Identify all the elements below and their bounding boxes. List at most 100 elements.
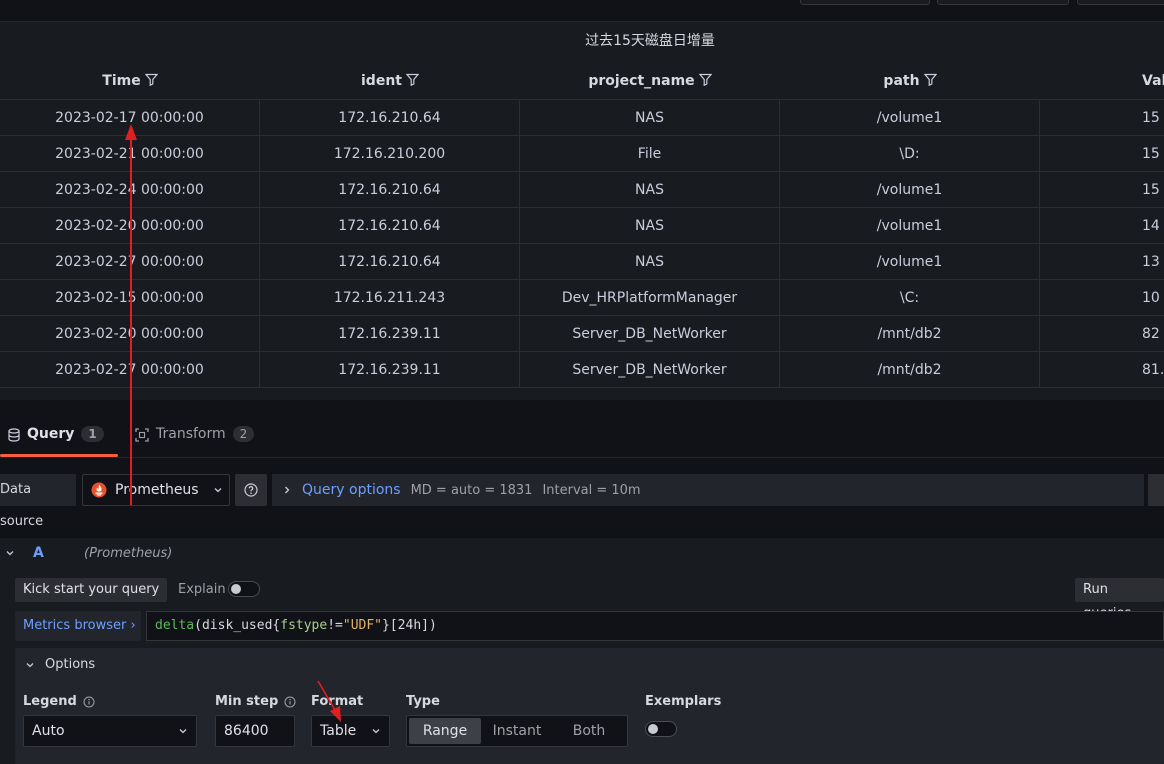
table-cell: 15 <box>1142 182 1160 198</box>
legend-value: Auto <box>32 723 65 739</box>
column-label: Val <box>1142 73 1164 89</box>
query-editor: Kick start your query Explain Run querie… <box>0 570 1164 764</box>
table-row[interactable]: 2023-02-20 00:00:00 172.16.239.11 Server_D… <box>0 316 1164 352</box>
filter-icon[interactable] <box>923 73 937 86</box>
column-label: project_name <box>588 73 695 89</box>
column-header-project-name[interactable]: project_name <box>520 62 780 100</box>
promql-expression-input[interactable]: delta(disk_used{fstype!="UDF"}[24h]) <box>146 611 1164 641</box>
column-header-value[interactable]: Val <box>1040 62 1164 100</box>
table-cell: 172.16.210.64 <box>260 244 520 280</box>
table-row[interactable]: 2023-02-20 00:00:00 172.16.210.64 NAS/volu… <box>0 208 1164 244</box>
chevron-down-icon <box>214 488 222 493</box>
table-cell: 172.16.210.64 <box>260 172 520 208</box>
table-row[interactable]: 2023-02-24 00:00:00 172.16.210.64 NAS/volu… <box>0 172 1164 208</box>
query-options-label[interactable]: Query options <box>302 482 401 498</box>
metrics-browser-button[interactable]: Metrics browser › <box>15 611 141 641</box>
filter-icon[interactable] <box>144 73 158 86</box>
filter-icon[interactable] <box>698 73 712 86</box>
table-cell: /volume1 <box>780 172 1040 208</box>
legend-select[interactable]: Auto <box>23 715 197 747</box>
type-option-both[interactable]: Both <box>553 718 625 744</box>
table-row[interactable]: 2023-02-15 00:00:00 172.16.211.243 Dev_HRP… <box>0 280 1164 316</box>
tab-label: Transform <box>156 426 226 442</box>
kick-start-button[interactable]: Kick start your query <box>15 578 168 602</box>
chevron-down-icon <box>26 662 34 667</box>
tab-query[interactable]: Query 1 <box>8 426 104 456</box>
tab-count-badge: 2 <box>232 426 255 442</box>
type-option-range[interactable]: Range <box>409 718 481 744</box>
chevron-down-icon <box>179 729 187 734</box>
expr-range: }[24h]) <box>382 618 437 633</box>
min-step-value: 86400 <box>224 723 269 739</box>
min-step-input[interactable]: 86400 <box>215 715 295 747</box>
table-cell: 2023-02-24 00:00:00 <box>0 172 260 208</box>
query-options-bar[interactable]: Query options MD = auto = 1831 Interval … <box>272 474 1144 506</box>
query-ref-id[interactable]: A <box>33 545 44 561</box>
info-icon[interactable] <box>83 696 95 708</box>
info-icon[interactable] <box>284 696 296 708</box>
table-cell: NAS <box>520 172 780 208</box>
column-header-ident[interactable]: ident <box>260 62 520 100</box>
table-cell: NAS <box>520 208 780 244</box>
exemplars-toggle[interactable] <box>645 721 677 737</box>
expr-function: delta <box>155 618 195 633</box>
legend-label-text: Legend <box>23 694 77 709</box>
table-cell: 15 <box>1142 110 1160 126</box>
max-data-points-info: MD = auto = 1831 <box>410 482 533 498</box>
type-label: Type <box>406 694 440 709</box>
table-cell: File <box>520 136 780 172</box>
legend-label: Legend <box>23 694 95 709</box>
tab-label: Query <box>27 426 75 442</box>
table-cell: 2023-02-27 00:00:00 <box>0 244 260 280</box>
editor-tabs: Query 1 Transform 2 <box>0 404 1164 458</box>
table-cell: 15 <box>1142 146 1160 162</box>
table-cell: 14 <box>1142 218 1160 234</box>
table-cell: 81. <box>1142 362 1164 378</box>
interval-info: Interval = 10m <box>542 482 641 498</box>
table-row[interactable]: 2023-02-21 00:00:00 172.16.210.200 File \D:… <box>0 136 1164 172</box>
collapse-chevron-icon[interactable] <box>4 547 16 559</box>
table-cell: /volume1 <box>780 244 1040 280</box>
table-row[interactable]: 2023-02-27 00:00:00 172.16.239.11 Server_D… <box>0 352 1164 388</box>
table-cell: 172.16.211.243 <box>260 280 520 316</box>
table-cell: 2023-02-20 00:00:00 <box>0 316 260 352</box>
column-header-time[interactable]: Time <box>0 62 260 100</box>
type-option-instant[interactable]: Instant <box>481 718 553 744</box>
explain-label: Explain <box>178 582 226 597</box>
table-cell: 13 <box>1142 254 1160 270</box>
table-panel: 过去15天磁盘日增量 Time ident project_name path … <box>0 22 1164 410</box>
datasource-help-button[interactable] <box>235 474 267 506</box>
table-row[interactable]: 2023-02-27 00:00:00 172.16.210.64 NAS/volu… <box>0 244 1164 280</box>
tab-count-badge: 1 <box>81 426 104 442</box>
format-select[interactable]: Table <box>311 715 390 747</box>
inspector-button[interactable] <box>1148 474 1164 506</box>
options-section: Options Legend Auto Min step 86400 Forma… <box>15 648 1164 764</box>
type-label-text: Type <box>406 694 440 709</box>
table-row[interactable]: 2023-02-17 00:00:00 172.16.210.64 NAS/volu… <box>0 100 1164 136</box>
toolbar-control[interactable] <box>1077 0 1164 5</box>
datasource-row: Data source Prometheus Query options MD … <box>0 458 1164 529</box>
table-cell: 2023-02-27 00:00:00 <box>0 352 260 388</box>
table-cell: 2023-02-20 00:00:00 <box>0 208 260 244</box>
table-cell: /volume1 <box>780 208 1040 244</box>
tab-transform[interactable]: Transform 2 <box>135 426 255 456</box>
query-row-header[interactable]: A (Prometheus) <box>0 538 1164 570</box>
table-cell: 172.16.210.200 <box>260 136 520 172</box>
query-datasource-name: (Prometheus) <box>84 546 173 561</box>
top-toolbar <box>0 0 1164 22</box>
toolbar-control[interactable] <box>800 0 930 5</box>
table-cell: NAS <box>520 100 780 136</box>
expr-label-value: "UDF" <box>342 618 383 633</box>
expr-operator: != <box>327 618 343 633</box>
table-cell: \D: <box>780 136 1040 172</box>
datasource-name: Prometheus <box>115 482 199 498</box>
explain-toggle[interactable] <box>228 581 260 597</box>
run-queries-button[interactable]: Run queries <box>1075 578 1164 621</box>
options-header[interactable]: Options <box>25 657 95 672</box>
format-label: Format <box>311 694 363 709</box>
filter-icon[interactable] <box>405 73 419 86</box>
toolbar-control[interactable] <box>937 0 1069 5</box>
datasource-picker[interactable]: Prometheus <box>82 474 230 506</box>
column-header-path[interactable]: path <box>780 62 1040 100</box>
table-cell: /mnt/db2 <box>780 352 1040 388</box>
